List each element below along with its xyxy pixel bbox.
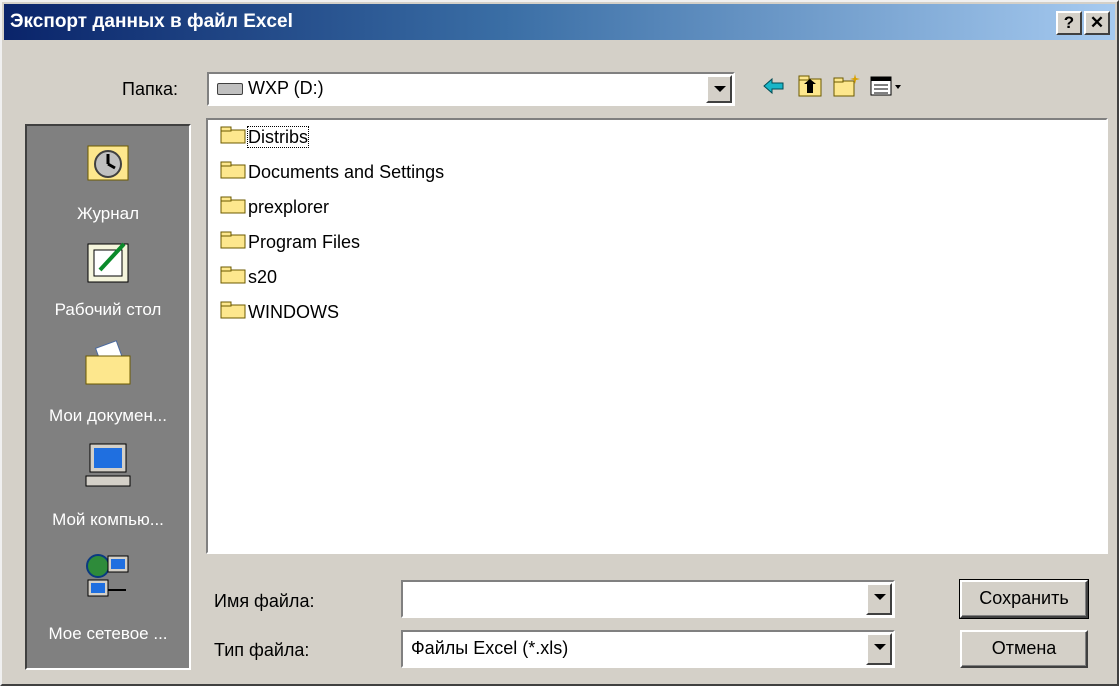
back-icon[interactable]: [759, 71, 789, 101]
folder-icon: [220, 301, 246, 319]
list-item[interactable]: Distribs: [220, 125, 310, 156]
folder-label: Папка:: [122, 79, 178, 99]
place-my-computer[interactable]: Мой компью...: [27, 440, 189, 540]
up-folder-icon[interactable]: [795, 71, 825, 101]
place-label: Мой компью...: [52, 510, 164, 529]
history-icon: [82, 138, 134, 188]
help-button[interactable]: ?: [1056, 11, 1082, 35]
place-label: Мое сетевое ...: [48, 624, 168, 643]
place-desktop[interactable]: Рабочий стол: [27, 238, 189, 338]
list-item[interactable]: WINDOWS: [220, 301, 339, 331]
list-item[interactable]: Program Files: [220, 231, 360, 261]
file-name: Documents and Settings: [248, 161, 445, 182]
filetype-combobox[interactable]: Файлы Excel (*.xls): [401, 630, 895, 668]
save-button[interactable]: Сохранить: [959, 579, 1089, 619]
filetype-value: Файлы Excel (*.xls): [411, 638, 569, 658]
close-button[interactable]: ✕: [1084, 11, 1110, 35]
list-item[interactable]: Documents and Settings: [220, 161, 444, 191]
file-name: WINDOWS: [248, 301, 339, 322]
title-bar[interactable]: Экспорт данных в файл Excel ? ✕: [4, 4, 1115, 40]
folder-dropdown-button[interactable]: [706, 75, 732, 103]
place-network[interactable]: Мое сетевое ...: [27, 552, 189, 662]
place-my-documents[interactable]: Мои докумен...: [27, 340, 189, 440]
places-bar: Журнал Рабочий стол Мои докумен... Мой к…: [25, 124, 191, 670]
my-computer-icon: [82, 440, 134, 490]
new-folder-icon[interactable]: [831, 71, 861, 101]
network-icon: [82, 552, 134, 602]
place-label: Журнал: [76, 204, 140, 223]
file-list[interactable]: Distribs Documents and Settings prexplor…: [206, 118, 1108, 554]
list-item[interactable]: prexplorer: [220, 196, 329, 226]
place-label: Мои докумен...: [48, 406, 168, 425]
filetype-label: Тип файла:: [214, 640, 310, 660]
folder-icon: [220, 231, 246, 249]
desktop-icon: [82, 238, 134, 288]
file-name: prexplorer: [248, 196, 330, 217]
file-name: Distribs: [246, 125, 310, 148]
place-history[interactable]: Журнал: [27, 138, 189, 238]
view-menu-icon[interactable]: [868, 71, 908, 101]
file-name: s20: [248, 266, 278, 287]
filename-dropdown-button[interactable]: [866, 583, 892, 615]
folder-combobox[interactable]: WXP (D:): [207, 72, 735, 106]
folder-icon: [220, 196, 246, 214]
place-label: Рабочий стол: [54, 300, 162, 319]
filename-label: Имя файла:: [214, 591, 315, 611]
folder-value: WXP (D:): [248, 78, 324, 98]
cancel-button[interactable]: Отмена: [960, 630, 1088, 668]
folder-icon: [220, 126, 246, 144]
export-dialog: Экспорт данных в файл Excel ? ✕ Папка: W…: [0, 0, 1119, 686]
filetype-dropdown-button[interactable]: [866, 633, 892, 665]
folder-icon: [220, 161, 246, 179]
filename-field[interactable]: [401, 580, 895, 618]
file-name: Program Files: [248, 231, 361, 252]
window-title: Экспорт данных в файл Excel: [10, 11, 293, 32]
list-item[interactable]: s20: [220, 266, 277, 296]
folder-icon: [220, 266, 246, 284]
my-documents-icon: [82, 340, 134, 390]
drive-icon: [217, 83, 243, 96]
